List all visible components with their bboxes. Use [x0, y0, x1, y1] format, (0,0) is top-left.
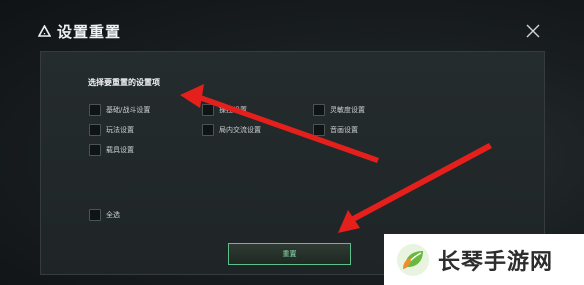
- option-sensitivity[interactable]: 灵敏度设置: [313, 104, 365, 116]
- reset-button[interactable]: 重置: [228, 243, 351, 265]
- checkbox[interactable]: [313, 104, 325, 116]
- option-label: 全选: [106, 211, 120, 219]
- checkbox[interactable]: [202, 124, 214, 136]
- option-controls[interactable]: 操控设置: [202, 104, 247, 116]
- dialog-title-bar: 设置重置: [38, 20, 121, 42]
- leaf-logo-icon: [397, 243, 429, 276]
- close-button[interactable]: [524, 22, 542, 40]
- checkbox[interactable]: [89, 144, 101, 156]
- option-label: 局内交流设置: [219, 126, 261, 134]
- option-label: 载具设置: [106, 146, 134, 154]
- option-label: 灵敏度设置: [330, 106, 365, 114]
- site-watermark: 长琴手游网: [384, 234, 584, 285]
- option-gameplay[interactable]: 玩法设置: [89, 124, 134, 136]
- option-select-all[interactable]: 全选: [89, 209, 120, 221]
- checkbox[interactable]: [202, 104, 214, 116]
- checkbox[interactable]: [313, 124, 325, 136]
- option-basic-combat[interactable]: 基础/战斗设置: [89, 104, 150, 116]
- watermark-text: 长琴手游网: [438, 249, 554, 275]
- checkbox[interactable]: [89, 124, 101, 136]
- reset-button-label: 重置: [282, 250, 297, 258]
- dialog-title: 设置重置: [57, 22, 122, 41]
- checkbox[interactable]: [89, 209, 101, 221]
- warning-triangle-icon: [38, 25, 51, 37]
- panel-heading: 选择要重置的设置项: [88, 78, 160, 87]
- option-vehicle[interactable]: 载具设置: [89, 144, 134, 156]
- close-icon: [526, 24, 540, 38]
- option-label: 音画设置: [330, 126, 358, 134]
- option-label: 操控设置: [219, 106, 247, 114]
- option-audio-visual[interactable]: 音画设置: [313, 124, 358, 136]
- option-in-match-comms[interactable]: 局内交流设置: [202, 124, 261, 136]
- option-label: 基础/战斗设置: [106, 106, 151, 114]
- option-label: 玩法设置: [106, 126, 134, 134]
- checkbox[interactable]: [89, 104, 101, 116]
